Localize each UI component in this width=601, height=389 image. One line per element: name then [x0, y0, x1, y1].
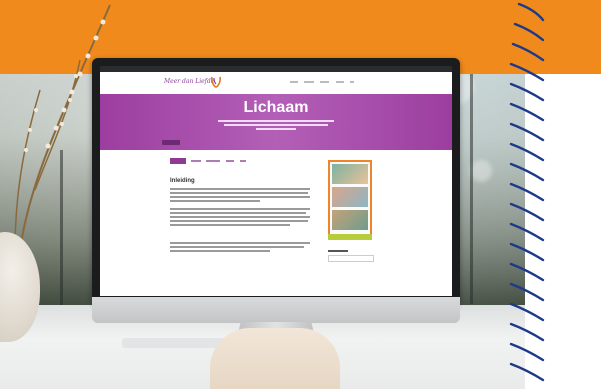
paragraph-line — [170, 220, 308, 222]
heart-hands-icon — [211, 76, 221, 88]
sidebar-image — [332, 187, 368, 207]
paragraph-line — [170, 216, 310, 218]
tab[interactable] — [240, 160, 246, 162]
nav-item[interactable] — [290, 81, 298, 83]
sidebar-image-stack[interactable] — [328, 160, 372, 236]
nav-item[interactable] — [320, 81, 329, 83]
sidebar-image — [332, 210, 368, 230]
paragraph-line — [170, 208, 310, 210]
window-frame — [470, 74, 473, 304]
photo-scene: Meer dan Liefde Lichaam Inleiding — [0, 0, 601, 389]
hero-back-button[interactable] — [162, 140, 180, 145]
hero-subtitle-line — [256, 128, 296, 130]
nav-item[interactable] — [350, 81, 354, 83]
section-title: Inleiding — [170, 178, 195, 184]
keyboard — [122, 338, 228, 348]
tab[interactable] — [206, 160, 220, 162]
site-header: Meer dan Liefde — [100, 72, 452, 95]
nav-item[interactable] — [336, 81, 344, 83]
website-screen: Meer dan Liefde Lichaam Inleiding — [100, 66, 452, 296]
site-logo-text[interactable]: Meer dan Liefde — [164, 78, 214, 85]
paragraph-line — [170, 242, 310, 244]
tab[interactable] — [191, 160, 201, 162]
paragraph-line — [170, 200, 260, 202]
paragraph-line — [170, 196, 310, 198]
bokeh-light — [470, 160, 492, 182]
hero-subtitle-line — [224, 124, 328, 126]
sidebar-green-button[interactable] — [328, 234, 372, 240]
paragraph-line — [170, 246, 304, 248]
hero-title: Lichaam — [243, 99, 309, 116]
paragraph-line — [170, 188, 310, 190]
sidebar-label — [328, 250, 348, 252]
paragraph-line — [170, 250, 270, 252]
sidebar-dropdown[interactable] — [328, 255, 374, 262]
tab-active[interactable] — [170, 158, 186, 164]
nav-item[interactable] — [304, 81, 314, 83]
hero-subtitle-line — [218, 120, 334, 122]
sidebar-image — [332, 164, 368, 184]
paragraph-line — [170, 212, 306, 214]
paragraph-line — [170, 224, 290, 226]
hero-banner: Lichaam — [100, 94, 452, 150]
wavy-line-decoration — [509, 2, 545, 382]
tab[interactable] — [226, 160, 234, 162]
paragraph-line — [170, 192, 308, 194]
chair-back — [210, 328, 340, 389]
imac-chin — [92, 297, 460, 323]
